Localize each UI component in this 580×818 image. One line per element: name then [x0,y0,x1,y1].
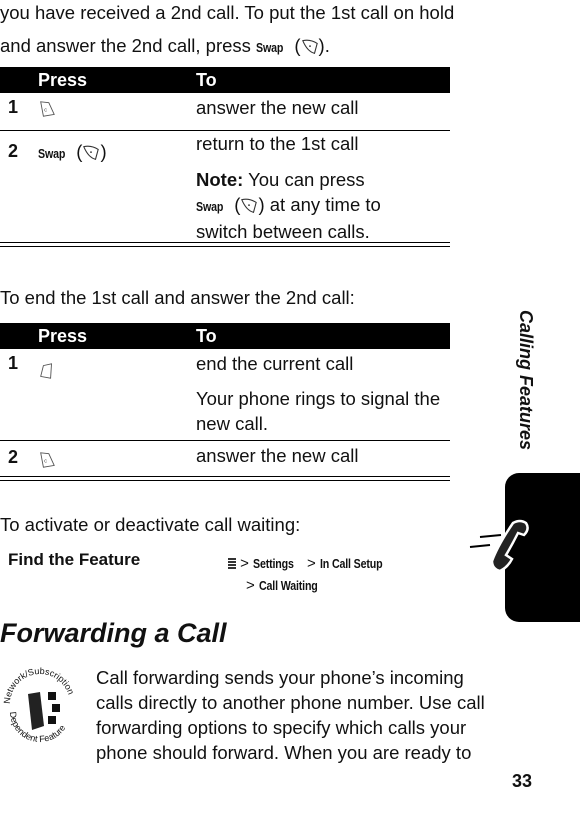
intro-text-end: ). [318,35,330,56]
row-number: 2 [8,141,19,161]
body-line: calls directly to another phone number. … [96,692,485,713]
note-text: You can press [243,169,365,190]
table-end-rule [0,476,450,481]
send-key-icon [38,451,56,469]
body-line: forwarding options to specify which call… [96,717,467,738]
row-number: 1 [8,97,19,117]
note: Note: You can press Swap () at any time t… [196,169,381,242]
menu-key-icon [228,558,236,571]
header-press: Press [38,70,88,90]
sep: > [246,577,255,594]
row-number: 2 [8,447,19,467]
intro-line-1: you have received a 2nd call. To put the… [0,2,455,23]
note-label: Note: [196,169,244,190]
intro-line-2: and answer the 2nd call, press Swap (). [0,33,330,60]
body-line: phone should forward. When you are ready… [96,742,472,763]
menu-path: > Settings > In Call Setup > Call Waitin… [228,553,396,597]
page-number: 33 [512,771,533,791]
menu-in-call-setup: In Call Setup [319,556,383,571]
network-dependent-feature-badge: Network/Subscription Dependent Feature [2,666,76,744]
menu-settings: Settings [253,556,294,571]
header-to: To [196,326,217,346]
side-tab-label: Calling Features [514,310,536,456]
activate-intro: To activate or deactivate call waiting: [0,514,301,535]
swap-command: Swap [256,40,284,55]
sep: > [240,555,249,572]
sep: > [306,555,316,572]
extra-text: new call. [196,413,268,434]
right-soft-key-icon [82,144,100,162]
body-paragraph: Call forwarding sends your phone’s incom… [96,665,485,765]
table1-header: Press To [0,67,450,93]
note-text: ) at any time to [258,194,381,215]
swap-command: Swap [196,199,224,214]
section-title: Forwarding a Call [0,618,227,648]
end-intro: To end the 1st call and answer the 2nd c… [0,287,355,308]
row-action: return to the 1st call [196,133,359,154]
menu-call-waiting: Call Waiting [258,578,318,593]
swap-command: Swap [38,146,66,161]
table2-header: Press To [0,323,450,349]
row-press: Swap () [38,139,107,166]
note-text: switch between calls. [196,221,370,242]
row-action: answer the new call [196,445,359,466]
body-line: Call forwarding sends your phone’s incom… [96,667,464,688]
send-key-icon [38,100,56,118]
table-end-rule [0,242,450,247]
extra-text: Your phone rings to signal the [196,388,441,409]
right-soft-key-icon [240,197,258,215]
find-feature-label: Find the Feature [8,550,141,569]
row-action: answer the new call [196,97,359,118]
row-extra: Your phone rings to signal the new call. [196,386,440,436]
end-key-icon [38,362,56,380]
phone-handset-icon [469,519,529,573]
divider [0,440,450,441]
intro-text: and answer the 2nd call, press [0,35,257,56]
header-press: Press [38,326,88,346]
row-action: end the current call [196,353,354,374]
side-tab-text: Calling Features [516,310,536,451]
right-soft-key-icon [301,38,319,56]
header-to: To [196,70,217,90]
row-number: 1 [8,353,19,373]
